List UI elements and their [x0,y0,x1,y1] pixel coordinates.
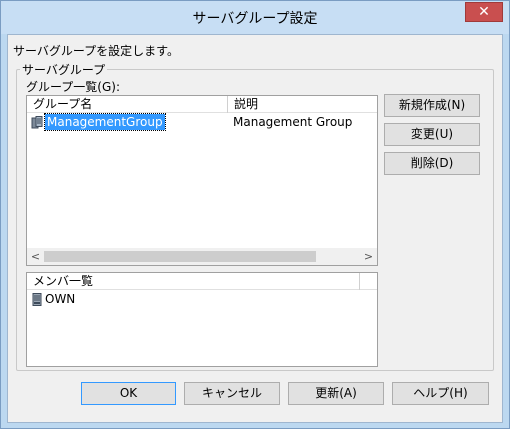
scrollbar-thumb[interactable] [44,251,316,262]
member-list[interactable]: メンバ一覧 OWN [26,272,378,367]
dialog-body: サーバグループを設定します。 サーバグループ グループ一覧(G): グループ名 … [7,34,503,423]
edit-group-button[interactable]: 変更(U) [384,123,480,146]
server-group-settings-dialog: サーバグループ設定 ✕ サーバグループを設定します。 サーバグループ グループ一… [0,0,510,429]
window-title: サーバグループ設定 [192,11,318,27]
server-group-legend: サーバグループ [20,61,108,78]
member-row[interactable]: OWN [27,291,377,308]
close-button[interactable]: ✕ [465,2,503,22]
title-bar[interactable]: サーバグループ設定 ✕ [1,1,509,34]
cancel-button[interactable]: キャンセル [184,382,280,405]
scroll-right-arrow-icon[interactable]: > [360,248,377,265]
ok-button[interactable]: OK [81,382,176,405]
group-row[interactable]: ManagementGroup Management Group [27,113,377,131]
member-list-header: メンバ一覧 [27,273,377,290]
member-name-cell: OWN [45,292,76,306]
group-list-header: グループ名 説明 [27,96,377,113]
dialog-description: サーバグループを設定します。 [13,44,179,58]
column-header-group-name[interactable]: グループ名 [27,96,228,113]
group-list-label: グループ一覧(G): [26,80,120,94]
column-header-members[interactable]: メンバ一覧 [27,273,360,290]
horizontal-scrollbar[interactable]: < > [27,248,377,265]
server-icon [31,293,43,306]
column-header-description[interactable]: 説明 [228,96,378,113]
update-button[interactable]: 更新(A) [288,382,384,405]
delete-group-button[interactable]: 削除(D) [384,152,480,175]
help-button[interactable]: ヘルプ(H) [392,382,489,405]
group-name-cell[interactable]: ManagementGroup [44,113,166,131]
server-group-icon [31,116,43,129]
group-list[interactable]: グループ名 説明 ManagementGroup Management Grou… [26,95,378,266]
group-description-cell: Management Group [233,115,353,129]
new-group-button[interactable]: 新規作成(N) [384,94,480,117]
scroll-left-arrow-icon[interactable]: < [27,248,44,265]
